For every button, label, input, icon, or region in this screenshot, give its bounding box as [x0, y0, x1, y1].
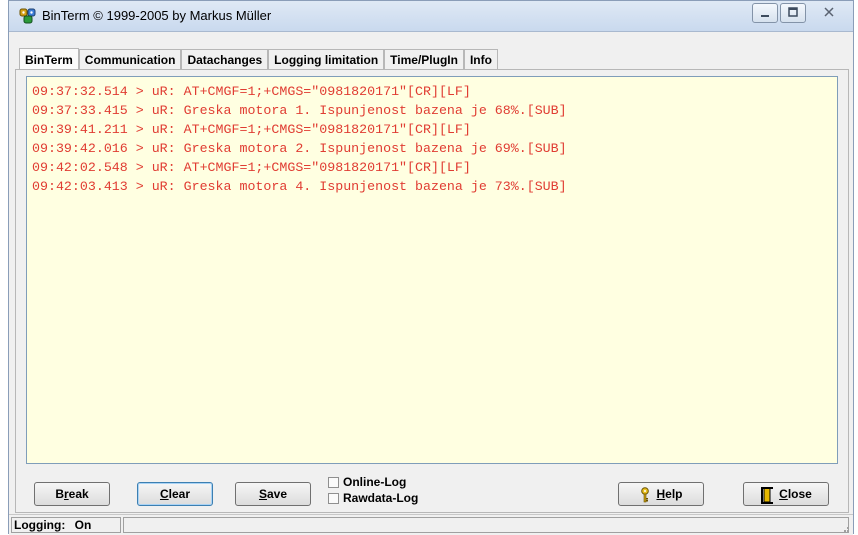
- close-button[interactable]: Close: [743, 482, 829, 506]
- exit-door-icon: [761, 486, 774, 504]
- tab-datachanges[interactable]: Datachanges: [181, 49, 269, 69]
- close-label-post: lose: [787, 487, 812, 501]
- log-line: 09:42:03.413 > uR: Greska motora 4. Ispu…: [32, 179, 567, 194]
- window-close-button[interactable]: [808, 3, 850, 23]
- break-label-post: eak: [68, 487, 89, 501]
- clear-button[interactable]: Clear: [137, 482, 213, 506]
- rawdata-log-option[interactable]: Rawdata-Log: [328, 491, 418, 505]
- log-line: 09:42:02.548 > uR: AT+CMGF=1;+CMGS="0981…: [32, 160, 471, 175]
- window-title: BinTerm © 1999-2005 by Markus Müller: [42, 8, 272, 23]
- save-label-post: ave: [266, 487, 288, 501]
- title-bar[interactable]: BinTerm © 1999-2005 by Markus Müller: [9, 1, 853, 32]
- logging-status-value: On: [74, 518, 92, 532]
- close-icon: [824, 7, 834, 17]
- help-label-post: elp: [665, 487, 683, 501]
- log-output[interactable]: 09:37:32.514 > uR: AT+CMGF=1;+CMGS="0981…: [26, 76, 838, 464]
- help-accel: H: [656, 487, 666, 501]
- log-line: 09:37:33.415 > uR: Greska motora 1. Ispu…: [32, 103, 567, 118]
- tab-binterm[interactable]: BinTerm: [19, 48, 79, 70]
- online-log-checkbox[interactable]: [328, 476, 339, 488]
- tab-communication[interactable]: Communication: [78, 49, 182, 69]
- online-log-option[interactable]: Online-Log: [328, 475, 406, 489]
- maximize-icon: [788, 7, 798, 17]
- close-accel: C: [779, 487, 788, 501]
- logging-status-label: Logging:: [14, 518, 66, 532]
- rawdata-log-checkbox[interactable]: [328, 492, 339, 504]
- clear-accel: C: [159, 487, 169, 501]
- log-line: 09:39:42.016 > uR: Greska motora 2. Ispu…: [32, 141, 567, 156]
- tab-time-plugin[interactable]: Time/PlugIn: [384, 49, 464, 69]
- save-accel: S: [258, 487, 267, 501]
- logging-status: Logging: On: [11, 517, 121, 533]
- break-label-pre: B: [55, 487, 64, 501]
- save-button[interactable]: Save: [235, 482, 311, 506]
- tab-bar: BinTerm Communication Datachanges Loggin…: [19, 47, 498, 70]
- resize-grip-icon[interactable]: [840, 523, 850, 533]
- tab-panel: 09:37:32.514 > uR: AT+CMGF=1;+CMGS="0981…: [15, 69, 849, 513]
- break-button[interactable]: Break: [34, 482, 110, 506]
- app-icon: [19, 8, 36, 24]
- minimize-button[interactable]: [752, 3, 778, 23]
- log-line: 09:39:41.211 > uR: AT+CMGF=1;+CMGS="0981…: [32, 122, 471, 137]
- status-panel: [123, 517, 849, 533]
- help-button[interactable]: Help: [618, 482, 704, 506]
- tab-info[interactable]: Info: [463, 49, 498, 69]
- rawdata-log-label: Rawdata-Log: [343, 491, 419, 505]
- status-bar: Logging: On: [9, 514, 853, 535]
- maximize-button[interactable]: [780, 3, 806, 23]
- online-log-label: Online-Log: [343, 475, 407, 489]
- binterm-window: BinTerm © 1999-2005 by Markus Müller Bin…: [8, 0, 854, 535]
- minimize-icon: [761, 15, 769, 17]
- key-icon: [641, 487, 650, 503]
- log-line: 09:37:32.514 > uR: AT+CMGF=1;+CMGS="0981…: [32, 84, 471, 99]
- tab-logging-limitation[interactable]: Logging limitation: [268, 49, 385, 69]
- clear-label-post: lear: [168, 487, 191, 501]
